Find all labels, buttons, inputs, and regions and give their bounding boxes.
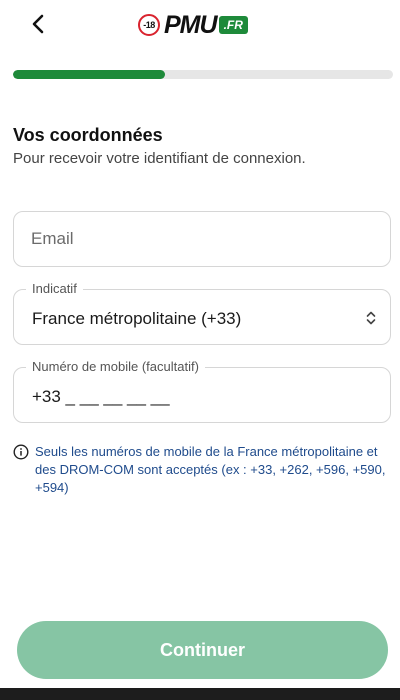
header: -18 PMU .FR (0, 0, 400, 52)
mobile-number-field[interactable]: Numéro de mobile (facultatif) +33 _ __ _… (13, 359, 391, 423)
indicatif-value: France métropolitaine (+33) (32, 309, 242, 328)
progress-fill (13, 70, 165, 79)
info-notice: Seuls les numéros de mobile de la France… (13, 443, 393, 497)
system-navigation-bar (0, 688, 400, 700)
logo-brand: PMU (164, 10, 218, 39)
chevron-up-down-icon (364, 309, 378, 327)
mobile-number-value: +33 _ __ __ __ __ (32, 387, 170, 406)
info-text: Seuls les numéros de mobile de la France… (35, 444, 386, 495)
section-subtitle: Pour recevoir votre identifiant de conne… (13, 150, 306, 167)
continue-button[interactable]: Continuer (17, 621, 388, 679)
age-restriction-badge: -18 (138, 14, 160, 36)
chevron-left-icon (32, 14, 44, 34)
email-input[interactable] (31, 212, 351, 266)
info-icon (13, 444, 29, 460)
pmu-logo: -18 PMU .FR (138, 10, 248, 40)
section-title: Vos coordonnées (13, 125, 163, 145)
indicatif-label: Indicatif (26, 281, 83, 296)
indicatif-select[interactable]: Indicatif France métropolitaine (+33) (13, 281, 391, 345)
mobile-number-label: Numéro de mobile (facultatif) (26, 359, 205, 374)
logo-tld: .FR (218, 16, 248, 34)
back-button[interactable] (26, 12, 50, 36)
email-field[interactable] (13, 211, 391, 267)
progress-bar (13, 70, 393, 79)
